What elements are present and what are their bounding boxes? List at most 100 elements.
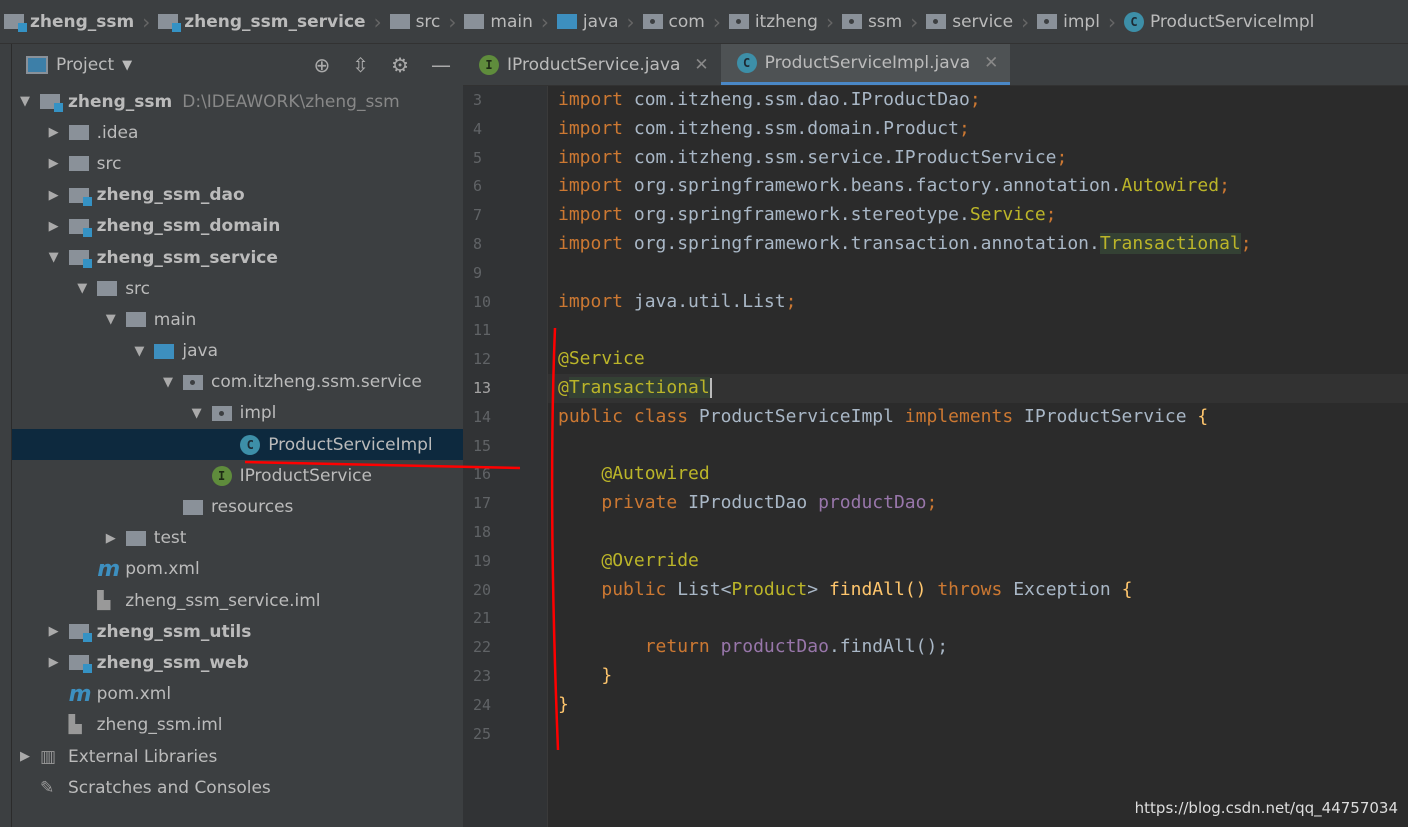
code-line[interactable]: import java.util.List; <box>558 288 1408 317</box>
minimize-icon[interactable]: — <box>431 53 451 77</box>
tree-item[interactable]: ▙ zheng_ssm_service.iml <box>12 585 463 616</box>
gear-icon[interactable]: ⚙ <box>391 53 409 77</box>
code-line[interactable] <box>558 720 1408 749</box>
chevron-right-icon[interactable]: ▶ <box>47 219 61 234</box>
tree-item[interactable]: ▶ src <box>12 148 463 179</box>
tree-item-label: java <box>182 341 219 362</box>
breadcrumb-item[interactable]: main <box>460 12 536 32</box>
project-view-selector[interactable]: Project <box>56 55 114 75</box>
tree-item[interactable]: ✎ Scratches and Consoles <box>12 772 463 803</box>
tree-item[interactable]: ▶ .idea <box>12 117 463 148</box>
breadcrumb-item[interactable]: C ProductServiceImpl <box>1120 11 1318 32</box>
code-line[interactable] <box>558 518 1408 547</box>
chevron-down-icon[interactable]: ▼ <box>161 375 175 390</box>
tree-item[interactable]: ▶ ▥ External Libraries <box>12 741 463 772</box>
line-number: 15 <box>473 436 492 455</box>
tree-item[interactable]: ▼ main <box>12 304 463 335</box>
tree-item[interactable]: resources <box>12 491 463 522</box>
chevron-right-icon[interactable]: ▶ <box>47 125 61 140</box>
line-number: 7 <box>473 206 483 225</box>
breadcrumb-item[interactable]: ssm <box>838 12 906 32</box>
code-line[interactable] <box>558 316 1408 345</box>
code-line[interactable]: import com.itzheng.ssm.service.IProductS… <box>558 144 1408 173</box>
tree-item[interactable]: ▼ zheng_ssm D:\IDEAWORK\zheng_ssm <box>12 86 463 117</box>
code-line[interactable]: import org.springframework.stereotype.Se… <box>558 201 1408 230</box>
scratch-icon: ✎ <box>40 777 55 798</box>
line-number: 5 <box>473 148 483 167</box>
chevron-right-icon[interactable]: ▶ <box>47 188 61 203</box>
code-token: Autowired <box>1121 175 1220 197</box>
code-line[interactable]: @Override <box>558 547 1408 576</box>
chevron-right-icon[interactable]: ▶ <box>18 749 32 764</box>
class-icon: C <box>240 434 261 455</box>
code-line[interactable]: } <box>558 691 1408 720</box>
breadcrumb-item[interactable]: zheng_ssm_service <box>154 12 369 32</box>
chevron-right-icon[interactable]: ▶ <box>104 531 118 546</box>
breadcrumb-item[interactable]: com <box>639 12 709 32</box>
chevron-down-icon[interactable]: ▼ <box>122 58 132 73</box>
chevron-down-icon[interactable]: ▼ <box>104 312 118 327</box>
chevron-right-icon[interactable]: ▶ <box>47 655 61 670</box>
breadcrumb-item[interactable]: zheng_ssm <box>0 12 138 32</box>
code-line[interactable]: import com.itzheng.ssm.dao.IProductDao; <box>558 86 1408 115</box>
tree-item[interactable]: m pom.xml <box>12 679 463 710</box>
tree-item[interactable]: ▙ zheng_ssm.iml <box>12 710 463 741</box>
tree-item[interactable]: m pom.xml <box>12 554 463 585</box>
code-token: () <box>904 578 938 600</box>
code-line[interactable] <box>558 604 1408 633</box>
tree-item[interactable]: ▶ zheng_ssm_dao <box>12 180 463 211</box>
chevron-down-icon[interactable]: ▼ <box>18 94 32 109</box>
chevron-down-icon[interactable]: ▼ <box>47 250 61 265</box>
locate-icon[interactable]: ⊕ <box>314 53 331 77</box>
code-line[interactable]: public List<Product> findAll() throws Ex… <box>558 576 1408 605</box>
module-folder-icon <box>158 14 182 32</box>
collapse-all-icon[interactable]: ⇳ <box>352 53 369 77</box>
chevron-down-icon[interactable]: ▼ <box>190 406 204 421</box>
tree-item[interactable]: ▼ src <box>12 273 463 304</box>
breadcrumb-item[interactable]: itzheng <box>725 12 822 32</box>
code-line[interactable]: import org.springframework.beans.factory… <box>558 172 1408 201</box>
code-line[interactable]: public class ProductServiceImpl implemen… <box>558 403 1408 432</box>
tree-item[interactable]: ▶ zheng_ssm_utils <box>12 616 463 647</box>
breadcrumb-item[interactable]: service <box>922 12 1017 32</box>
code-line[interactable] <box>558 259 1408 288</box>
tree-item[interactable]: ▶ test <box>12 523 463 554</box>
editor-tab[interactable]: C ProductServiceImpl.java ✕ <box>720 44 1011 85</box>
tree-item[interactable]: ▶ zheng_ssm_domain <box>12 211 463 242</box>
close-icon[interactable]: ✕ <box>694 55 708 75</box>
tree-item[interactable]: ▼ zheng_ssm_service <box>12 242 463 273</box>
chevron-down-icon[interactable]: ▼ <box>132 344 146 359</box>
code-line[interactable]: import org.springframework.transaction.a… <box>558 230 1408 259</box>
left-tool-strip[interactable] <box>0 44 12 827</box>
code-token: @Service <box>558 348 645 370</box>
code-line[interactable]: @Autowired <box>558 460 1408 489</box>
code-line[interactable]: return productDao.findAll(); <box>558 633 1408 662</box>
code-line[interactable] <box>558 432 1408 461</box>
code-line[interactable]: @Service <box>558 345 1408 374</box>
code-line[interactable]: } <box>558 662 1408 691</box>
close-icon[interactable]: ✕ <box>984 53 998 73</box>
breadcrumb-item[interactable]: src <box>386 12 445 32</box>
code-editor[interactable]: I IProductService.java ✕ C ProductServiceImp… <box>463 44 1408 827</box>
chevron-right-icon[interactable]: ▶ <box>47 156 61 171</box>
code-line[interactable]: private IProductDao productDao; <box>558 489 1408 518</box>
code-token: ProductServiceImpl <box>698 405 905 427</box>
breadcrumb-item[interactable]: java <box>553 12 623 32</box>
code-line[interactable]: import com.itzheng.ssm.domain.Product; <box>558 115 1408 144</box>
editor-tab[interactable]: I IProductService.java ✕ <box>463 44 721 85</box>
code-line[interactable]: @Transactional <box>548 373 1408 403</box>
chevron-right-icon[interactable]: ▶ <box>47 624 61 639</box>
chevron-right-icon: › <box>1107 9 1116 34</box>
tree-item[interactable]: ▶ zheng_ssm_web <box>12 647 463 678</box>
breadcrumb-item[interactable]: impl <box>1033 12 1104 32</box>
code-area[interactable]: import com.itzheng.ssm.dao.IProductDao; i… <box>548 86 1408 749</box>
tree-item[interactable]: C ProductServiceImpl <box>12 429 463 461</box>
package-icon <box>1037 14 1058 29</box>
code-token: org.springframework.stereotype. <box>633 204 970 226</box>
tree-item[interactable]: ▼ com.itzheng.ssm.service <box>12 367 463 398</box>
chevron-down-icon[interactable]: ▼ <box>75 281 89 296</box>
line-number: 23 <box>473 666 492 685</box>
tree-item[interactable]: I IProductService <box>12 460 463 491</box>
tree-item[interactable]: ▼ impl <box>12 398 463 429</box>
tree-item[interactable]: ▼ java <box>12 336 463 367</box>
